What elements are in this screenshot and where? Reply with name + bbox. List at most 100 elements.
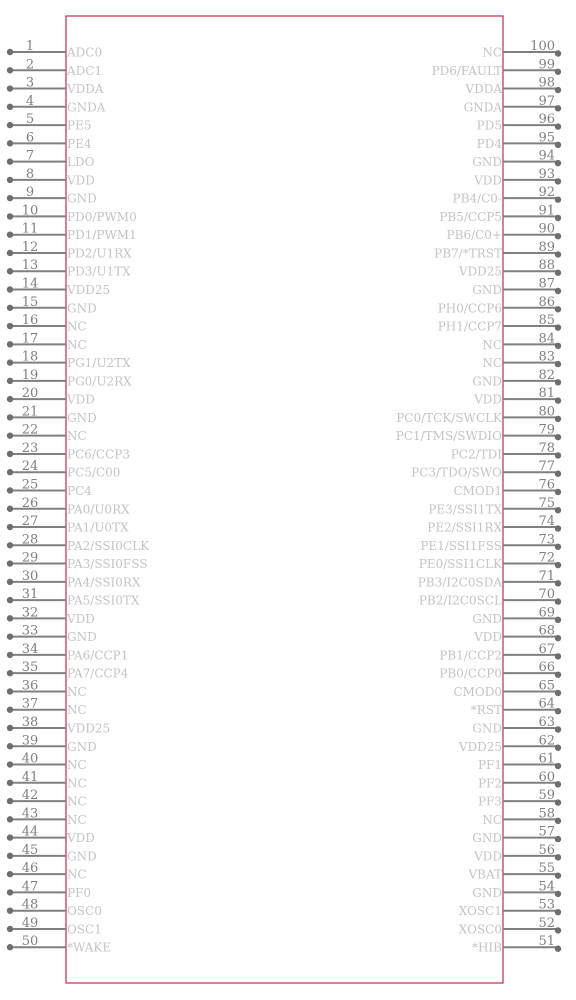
pin-name: XOSC1 (459, 904, 502, 918)
pin: 46 NC (6, 861, 87, 882)
pin: 5 PE5 (6, 112, 91, 133)
pin-endpoint-dot (554, 196, 562, 203)
pin-name: PC2/TDI (451, 447, 503, 461)
pin-number: 78 (538, 441, 555, 456)
pin-number: 6 (26, 130, 34, 145)
pin-number: 26 (22, 496, 39, 511)
pin-endpoint-dot (6, 377, 14, 385)
pin-number: 3 (26, 76, 34, 91)
pin: 44 VDD (6, 825, 95, 845)
pin-endpoint-dot (554, 159, 562, 167)
pin-endpoint-dot (554, 580, 562, 587)
pin-endpoint-dot (554, 653, 562, 660)
pin-number: 82 (538, 368, 555, 383)
pin: 25 PC4 (6, 477, 92, 498)
pin-number: 10 (22, 203, 39, 218)
pin-name: NC (67, 338, 87, 352)
pin-number: 11 (22, 222, 39, 237)
pin-name: PD5 (477, 119, 502, 133)
pin-endpoint-dot (6, 688, 14, 695)
pin-number: 41 (22, 770, 39, 785)
pin-number: 32 (22, 605, 39, 620)
pin-number: 29 (22, 551, 39, 566)
pin-number: 83 (538, 350, 555, 365)
pin-endpoint-dot (6, 834, 14, 841)
pin-endpoint-dot (6, 286, 14, 293)
pin-endpoint-dot (6, 560, 14, 567)
pin-number: 37 (22, 697, 39, 712)
pin-number: 19 (22, 368, 39, 383)
pin-name: PC0/TCK/SWCLK (396, 411, 503, 425)
pin-number: 46 (22, 861, 39, 876)
pin-endpoint-dot (6, 213, 14, 220)
pin-number: 69 (538, 605, 555, 620)
pin-endpoint-dot (554, 269, 562, 276)
pin-endpoint-dot (554, 306, 562, 313)
pin-number: 90 (538, 222, 555, 237)
pin-name: VDD (66, 173, 95, 187)
pin-number: 23 (22, 441, 39, 456)
pin-number: 1 (26, 39, 34, 54)
pin-number: 40 (22, 752, 39, 767)
pin-endpoint-dot (6, 779, 14, 786)
pin-name: GND (472, 374, 502, 388)
pin-endpoint-dot (6, 889, 14, 896)
pin-endpoint-dot (554, 689, 562, 697)
pin-name: PA0/U0RX (67, 502, 130, 516)
pin-endpoint-dot (6, 469, 14, 476)
pin-number: 94 (538, 149, 555, 164)
pin-endpoint-dot (554, 433, 562, 441)
pin: 45 GND (6, 843, 97, 863)
pin-number: 58 (538, 806, 555, 821)
pin-endpoint-dot (554, 854, 562, 861)
ic-body (65, 15, 504, 984)
pin-endpoint-dot (6, 523, 14, 531)
pin-name: NC (67, 795, 87, 809)
pin-endpoint-dot (6, 140, 14, 147)
pin-endpoint-dot (554, 726, 562, 733)
pin-name: PC4 (67, 484, 92, 498)
pin-name: ADC0 (66, 46, 102, 60)
pin-endpoint-dot (554, 342, 562, 350)
pin-endpoint-dot (554, 781, 562, 788)
pin-endpoint-dot (554, 872, 562, 879)
pin: 33 GND (6, 624, 97, 644)
pin-name: PF1 (478, 758, 502, 772)
pin-endpoint-dot (554, 287, 562, 295)
pin-name: PE0/SSI1CLK (419, 557, 503, 571)
pin-endpoint-dot (6, 432, 14, 439)
pin-endpoint-dot (554, 105, 562, 112)
pin-number: 95 (538, 130, 555, 145)
pin-name: VDDA (464, 82, 502, 96)
pin-endpoint-dot (554, 397, 562, 404)
pin-name: PG1/U2TX (67, 356, 131, 370)
pin-endpoint-dot (6, 615, 14, 622)
pin-endpoint-dot (554, 762, 562, 770)
pin-name: NC (67, 429, 87, 443)
pin-name: NC (67, 703, 87, 717)
pin-name: CMOD0 (453, 685, 502, 699)
pin-name: GNDA (464, 100, 503, 114)
pin-number: 84 (538, 331, 555, 346)
pin: 39 GND (6, 733, 97, 754)
pin-name: NC (67, 868, 87, 882)
pin-number: 97 (538, 94, 555, 109)
pin-number: 28 (22, 532, 39, 547)
pin-endpoint-dot (6, 48, 14, 56)
pin-endpoint-dot (6, 944, 14, 951)
pin-name: PF0 (67, 886, 91, 900)
pin-number: 20 (22, 386, 39, 401)
pin-name: VDD (66, 831, 95, 845)
pin-number: 30 (22, 569, 39, 584)
pin-endpoint-dot (554, 634, 562, 642)
pin-endpoint-dot (6, 67, 14, 74)
pin-endpoint-dot (554, 141, 562, 149)
pin-number: 43 (22, 806, 39, 821)
pin-name: PA3/SSI0FSS (67, 557, 147, 571)
pin-name: PD6/FAULT (432, 64, 502, 78)
pin-endpoint-dot (554, 507, 562, 514)
pin-number: 48 (22, 898, 39, 913)
pin-number: 15 (22, 295, 39, 310)
pin-name: PB7/*TRST (434, 246, 502, 260)
pin-number: 74 (538, 514, 555, 529)
